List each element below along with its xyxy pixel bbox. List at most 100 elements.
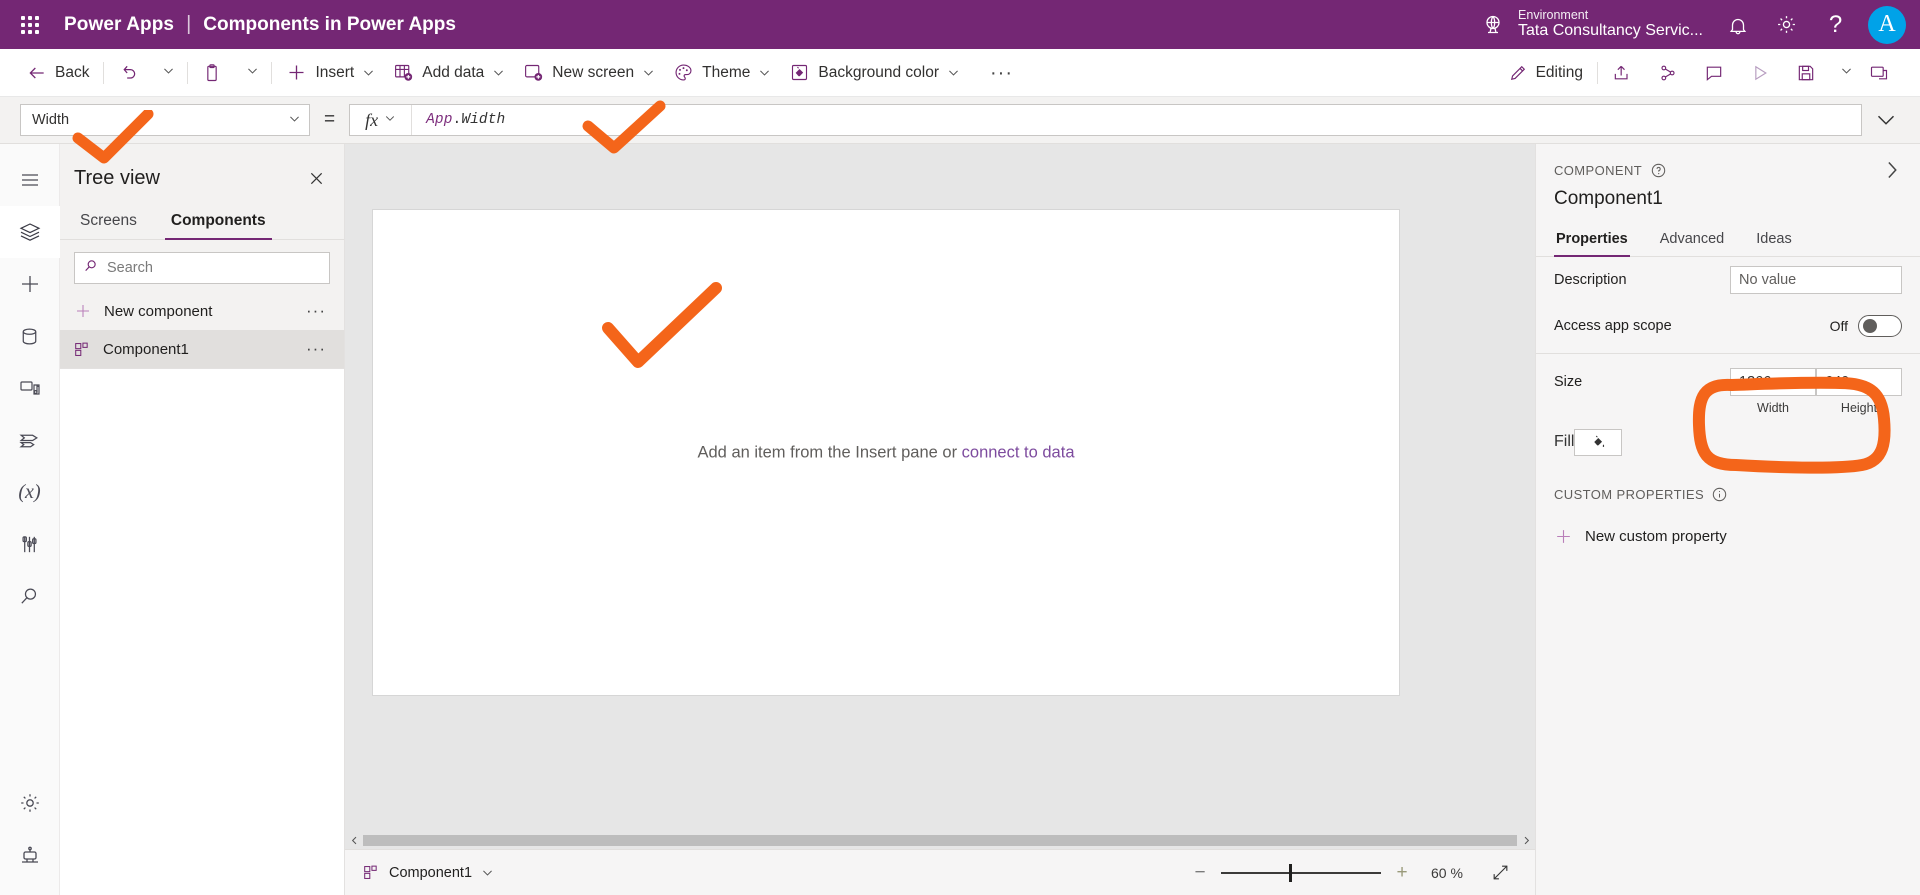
environment-picker[interactable]: Environment Tata Consultancy Servic... xyxy=(1468,0,1713,49)
divider xyxy=(1597,62,1598,84)
theme-button[interactable]: Theme xyxy=(664,55,780,91)
editing-label: Editing xyxy=(1536,64,1583,82)
background-color-button[interactable]: Background color xyxy=(780,55,969,91)
scrollbar-thumb[interactable] xyxy=(363,835,1517,846)
formula-input[interactable]: App.Width xyxy=(412,112,505,128)
new-component-more-icon[interactable]: ··· xyxy=(306,301,330,321)
notifications-button[interactable] xyxy=(1713,0,1762,49)
comments-button[interactable] xyxy=(1695,55,1741,91)
help-circle-icon[interactable] xyxy=(1651,163,1666,178)
expand-formula-bar-button[interactable] xyxy=(1862,110,1910,130)
insert-plus-icon[interactable] xyxy=(0,258,60,310)
data-cylinder-icon[interactable] xyxy=(0,310,60,362)
settings-button[interactable] xyxy=(1762,0,1811,49)
app-checker-button[interactable] xyxy=(1649,55,1695,91)
properties-tabs: Properties Advanced Ideas xyxy=(1536,224,1920,257)
share-button[interactable] xyxy=(1603,55,1649,91)
chevron-down-icon xyxy=(288,112,301,129)
component-artboard[interactable]: Add an item from the Insert pane or conn… xyxy=(373,210,1399,695)
list-item[interactable]: Component1 ··· xyxy=(60,330,344,368)
access-app-scope-toggle[interactable] xyxy=(1858,315,1902,337)
fx-button[interactable]: fx xyxy=(350,105,412,135)
zoom-slider-track xyxy=(1221,872,1381,874)
fx-icon: fx xyxy=(365,110,378,131)
app-checker-tools-icon[interactable] xyxy=(0,518,60,570)
insert-button[interactable]: Insert xyxy=(277,55,384,91)
tab-ideas[interactable]: Ideas xyxy=(1754,224,1793,256)
paste-dropdown[interactable] xyxy=(239,55,266,91)
search-input[interactable] xyxy=(99,259,321,277)
zoom-in-button[interactable]: + xyxy=(1387,858,1417,888)
zoom-percent-unit: % xyxy=(1450,865,1462,881)
list-item-more-icon[interactable]: ··· xyxy=(306,339,330,359)
toggle-knob xyxy=(1863,319,1877,333)
hamburger-menu-icon[interactable] xyxy=(0,154,60,206)
property-selector[interactable]: Width xyxy=(20,104,310,136)
status-component-selector[interactable]: Component1 xyxy=(363,864,494,881)
publish-button[interactable] xyxy=(1860,55,1906,91)
info-circle-icon[interactable] xyxy=(1712,487,1727,502)
size-height-input[interactable]: 640 xyxy=(1816,368,1902,396)
new-screen-button[interactable]: New screen xyxy=(514,55,664,91)
tab-components[interactable]: Components xyxy=(165,204,272,239)
search-icon[interactable] xyxy=(0,570,60,622)
tree-view-panel: Tree view Screens Components xyxy=(60,144,345,895)
variables-fx-icon[interactable]: (x) xyxy=(0,466,60,518)
zoom-slider[interactable] xyxy=(1221,858,1381,888)
fill-color-button[interactable] xyxy=(1574,429,1622,456)
zoom-out-button[interactable]: − xyxy=(1185,858,1215,888)
back-button[interactable]: Back xyxy=(18,55,98,91)
app-launcher-icon[interactable] xyxy=(10,5,50,45)
editing-mode-button[interactable]: Editing xyxy=(1499,55,1592,91)
save-dropdown[interactable] xyxy=(1833,55,1860,91)
zoom-slider-thumb[interactable] xyxy=(1289,864,1292,882)
undo-dropdown[interactable] xyxy=(155,55,182,91)
divider xyxy=(271,62,272,84)
canvas-scroll-region[interactable]: Add an item from the Insert pane or conn… xyxy=(345,144,1535,849)
new-component-button[interactable]: New component ··· xyxy=(74,292,330,330)
tab-properties[interactable]: Properties xyxy=(1554,224,1630,256)
paste-button[interactable] xyxy=(193,55,239,91)
background-color-label: Background color xyxy=(818,64,939,82)
divider xyxy=(187,62,188,84)
plus-icon xyxy=(1554,527,1573,546)
status-bar: Component1 − + 60 % xyxy=(345,849,1535,895)
new-custom-property-button[interactable]: New custom property xyxy=(1536,512,1920,560)
connect-to-data-link[interactable]: connect to data xyxy=(962,443,1075,461)
search-box[interactable] xyxy=(74,252,330,284)
back-label: Back xyxy=(55,64,89,82)
scrollbar-track[interactable] xyxy=(363,835,1517,846)
tree-view-header: Tree view xyxy=(60,144,344,196)
chevron-left-icon[interactable] xyxy=(345,836,363,845)
equals-sign: = xyxy=(324,109,335,131)
copilot-robot-icon[interactable] xyxy=(0,829,60,881)
settings-gear-icon[interactable] xyxy=(0,777,60,829)
avatar[interactable]: A xyxy=(1868,6,1906,44)
canvas-horizontal-scrollbar[interactable] xyxy=(345,831,1535,849)
save-button[interactable] xyxy=(1787,55,1833,91)
chevron-down-icon xyxy=(481,866,494,879)
app-name[interactable]: Power Apps xyxy=(64,14,174,36)
tree-view-body xyxy=(60,368,344,895)
fit-to-screen-icon[interactable] xyxy=(1483,858,1517,888)
tree-view-layers-icon[interactable] xyxy=(0,206,60,258)
tab-screens[interactable]: Screens xyxy=(74,204,143,239)
help-button[interactable]: ? xyxy=(1811,0,1860,49)
size-width-input[interactable]: 1366 xyxy=(1730,368,1816,396)
expand-panel-button[interactable] xyxy=(1882,160,1902,180)
media-icon[interactable] xyxy=(0,362,60,414)
close-icon[interactable] xyxy=(302,164,330,192)
description-field[interactable]: No value xyxy=(1730,266,1902,294)
tab-advanced[interactable]: Advanced xyxy=(1658,224,1727,256)
workspace: (x) xyxy=(0,144,1920,895)
size-row: Size 1366 Width 640 Height xyxy=(1536,358,1920,419)
plus-icon xyxy=(286,62,307,83)
chevron-right-icon[interactable] xyxy=(1517,836,1535,845)
more-commands-button[interactable]: ··· xyxy=(969,55,1034,91)
undo-button[interactable] xyxy=(109,55,155,91)
preview-button[interactable] xyxy=(1741,55,1787,91)
chevron-down-icon xyxy=(642,66,655,79)
power-automate-icon[interactable] xyxy=(0,414,60,466)
add-data-button[interactable]: Add data xyxy=(384,55,514,91)
add-data-label: Add data xyxy=(422,64,484,82)
